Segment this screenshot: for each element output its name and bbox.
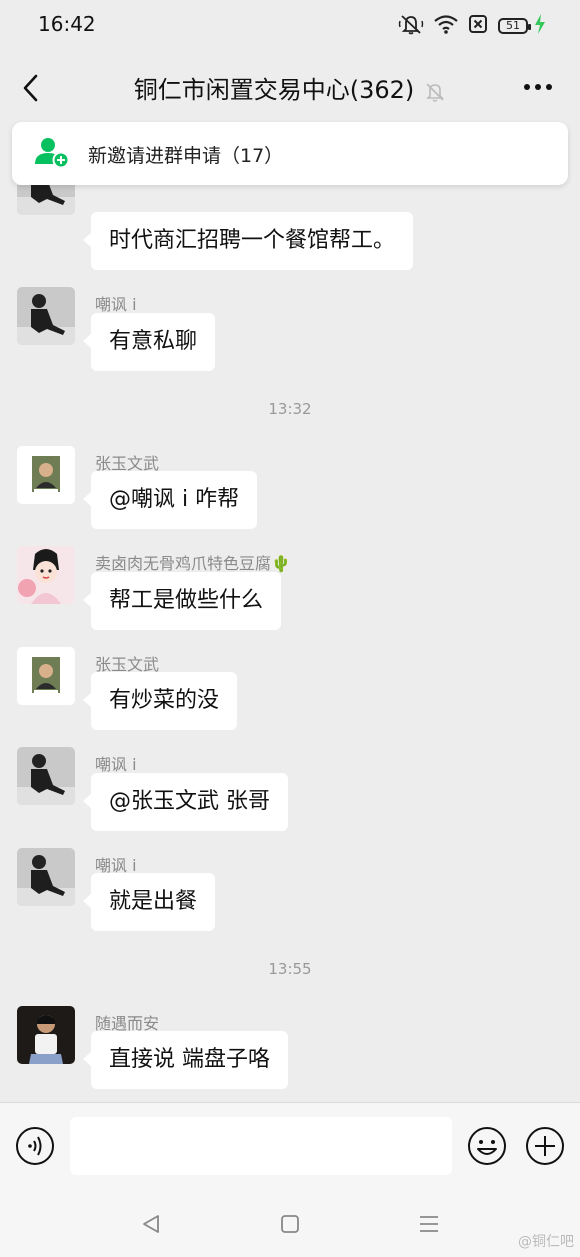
- message-input[interactable]: [70, 1117, 452, 1175]
- voice-icon: [16, 1127, 54, 1165]
- sender-name: 嘲讽 i: [95, 295, 137, 314]
- sender-name: 嘲讽 i: [95, 755, 137, 774]
- sender-name: 卖卤肉无骨鸡爪特色豆腐🌵: [95, 554, 291, 573]
- mute-bell-icon: [424, 81, 446, 107]
- add-user-icon: [34, 136, 70, 172]
- more-actions-button[interactable]: [525, 1126, 565, 1166]
- emoji-icon: [468, 1127, 506, 1165]
- status-icons: 51: [398, 14, 546, 38]
- avatar[interactable]: [17, 647, 75, 705]
- avatar[interactable]: [17, 185, 75, 215]
- chat-area[interactable]: 时代商汇招聘一个餐馆帮工。 嘲讽 i 有意私聊 13:32 张玉文武 @嘲讽 i…: [0, 185, 580, 1102]
- nav-home-button[interactable]: [276, 1210, 304, 1238]
- message-bubble[interactable]: 帮工是做些什么: [82, 572, 282, 630]
- input-bar: [0, 1102, 580, 1193]
- avatar[interactable]: [17, 747, 75, 805]
- message-bubble[interactable]: @张玉文武 张哥: [83, 773, 288, 831]
- sim-off-icon: [468, 14, 488, 38]
- chat-header: 铜仁市闲置交易中心(362): [0, 52, 580, 122]
- nav-back-icon: [143, 1215, 159, 1233]
- nav-home-icon: [281, 1215, 299, 1233]
- timestamp: 13:55: [268, 960, 312, 978]
- message-bubble[interactable]: 时代商汇招聘一个餐馆帮工。: [82, 212, 414, 270]
- message-bubble[interactable]: @嘲讽 i 咋帮: [82, 471, 258, 529]
- system-nav-bar: @铜仁吧: [0, 1192, 580, 1257]
- watermark: @铜仁吧: [518, 1234, 574, 1250]
- voice-button[interactable]: [15, 1126, 55, 1166]
- nav-menu-button[interactable]: [415, 1210, 443, 1238]
- nav-menu-icon: [420, 1216, 438, 1232]
- mute-bell-icon: [398, 13, 424, 39]
- message-bubble[interactable]: 直接说 端盘子咯: [83, 1031, 288, 1089]
- status-time: 16:42: [38, 12, 96, 36]
- group-title: 铜仁市闲置交易中心(362): [133, 76, 415, 104]
- invite-label: 新邀请进群申请（17）: [88, 145, 284, 167]
- message-bubble[interactable]: 有意私聊: [82, 313, 216, 371]
- status-bar: 16:42 51: [0, 0, 580, 52]
- avatar[interactable]: [17, 1006, 75, 1064]
- nav-back-button[interactable]: [137, 1210, 165, 1238]
- more-button[interactable]: [518, 72, 558, 102]
- timestamp: 13:32: [268, 400, 312, 418]
- message-bubble[interactable]: 就是出餐: [82, 873, 216, 931]
- avatar[interactable]: [17, 546, 75, 604]
- message-bubble[interactable]: 有炒菜的没: [82, 672, 238, 730]
- title-wrap: 铜仁市闲置交易中心(362): [0, 70, 580, 107]
- charging-bolt-icon: [534, 14, 546, 38]
- avatar[interactable]: [17, 848, 75, 906]
- emoji-button[interactable]: [467, 1126, 507, 1166]
- invite-banner[interactable]: 新邀请进群申请（17）: [12, 122, 568, 185]
- avatar[interactable]: [17, 446, 75, 504]
- plus-icon: [526, 1127, 564, 1165]
- wifi-icon: [434, 14, 458, 38]
- more-dots-icon: [524, 84, 552, 90]
- avatar[interactable]: [17, 287, 75, 345]
- battery-icon: 51: [498, 18, 531, 34]
